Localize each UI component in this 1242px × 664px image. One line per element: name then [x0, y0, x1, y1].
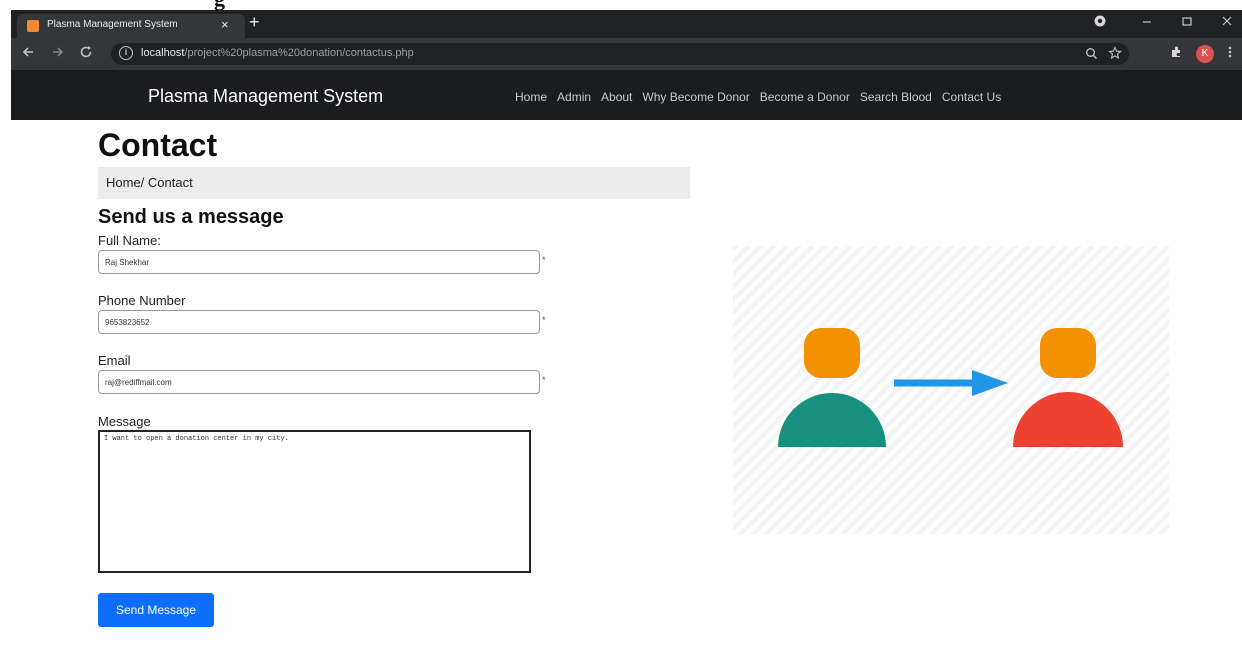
nav-link-why-become-donor[interactable]: Why Become Donor: [642, 90, 749, 104]
site-brand[interactable]: Plasma Management System: [148, 86, 383, 107]
email-field[interactable]: [98, 370, 540, 394]
tab-bar: Plasma Management System × +: [11, 10, 1242, 38]
arrow-head-icon: [972, 370, 1008, 396]
browser-tab[interactable]: Plasma Management System ×: [17, 14, 245, 38]
back-icon[interactable]: [21, 45, 35, 63]
address-bar: i localhost/project%20plasma%20donation/…: [11, 38, 1242, 70]
nav-link-about[interactable]: About: [601, 90, 632, 104]
left-person-head: [804, 328, 860, 378]
full-name-field[interactable]: [98, 250, 540, 274]
required-mark: *: [542, 375, 546, 385]
reload-icon[interactable]: [79, 45, 93, 63]
email-label: Email: [98, 353, 131, 368]
favicon-icon: [27, 20, 39, 32]
send-message-button[interactable]: Send Message: [98, 593, 214, 627]
people-exchange-graphic: [778, 328, 1123, 447]
url-text: localhost/project%20plasma%20donation/co…: [141, 47, 414, 59]
site-navbar: Plasma Management System Home Admin Abou…: [11, 70, 1242, 120]
tab-close-icon[interactable]: ×: [221, 17, 229, 32]
extensions-icon[interactable]: [1169, 45, 1183, 62]
required-mark: *: [542, 255, 546, 265]
profile-avatar[interactable]: K: [1196, 45, 1214, 63]
nav-link-become-a-donor[interactable]: Become a Donor: [760, 90, 850, 104]
phone-number-label: Phone Number: [98, 293, 186, 308]
nav-link-contact-us[interactable]: Contact Us: [942, 90, 1001, 104]
nav-link-admin[interactable]: Admin: [557, 90, 591, 104]
contact-illustration: [733, 246, 1169, 534]
new-tab-icon[interactable]: +: [249, 12, 260, 33]
page-title: Contact: [98, 127, 218, 163]
bookmark-star-icon[interactable]: [1108, 46, 1122, 63]
right-person-head: [1040, 328, 1096, 378]
url-bar[interactable]: i localhost/project%20plasma%20donation/…: [111, 43, 1129, 65]
nav-link-home[interactable]: Home: [515, 90, 547, 104]
message-textarea[interactable]: I want to open a donation center in my c…: [98, 430, 531, 573]
account-icon[interactable]: [1093, 14, 1107, 31]
required-mark: *: [542, 315, 546, 325]
tab-title: Plasma Management System: [47, 19, 178, 30]
close-icon[interactable]: [1221, 14, 1233, 31]
info-icon[interactable]: i: [119, 46, 133, 60]
forward-icon[interactable]: [51, 45, 65, 63]
maximize-icon[interactable]: [1181, 14, 1193, 31]
message-label: Message: [98, 414, 151, 429]
right-person-body: [1013, 392, 1123, 447]
left-person-body: [778, 393, 886, 447]
cut-off-heading-text: g: [214, 0, 225, 10]
minimize-icon[interactable]: [1141, 14, 1153, 31]
browser-window: Plasma Management System × + i localhost…: [11, 10, 1242, 120]
menu-icon[interactable]: [1227, 45, 1233, 62]
full-name-label: Full Name:: [98, 233, 161, 248]
form-heading: Send us a message: [98, 206, 284, 228]
phone-number-field[interactable]: [98, 310, 540, 334]
nav-links: Home Admin About Why Become Donor Become…: [515, 90, 1001, 104]
page-edge-fragment: g: [0, 0, 1242, 10]
nav-link-search-blood[interactable]: Search Blood: [860, 90, 932, 104]
zoom-icon[interactable]: [1085, 47, 1098, 63]
breadcrumb: Home/ Contact: [98, 167, 690, 199]
